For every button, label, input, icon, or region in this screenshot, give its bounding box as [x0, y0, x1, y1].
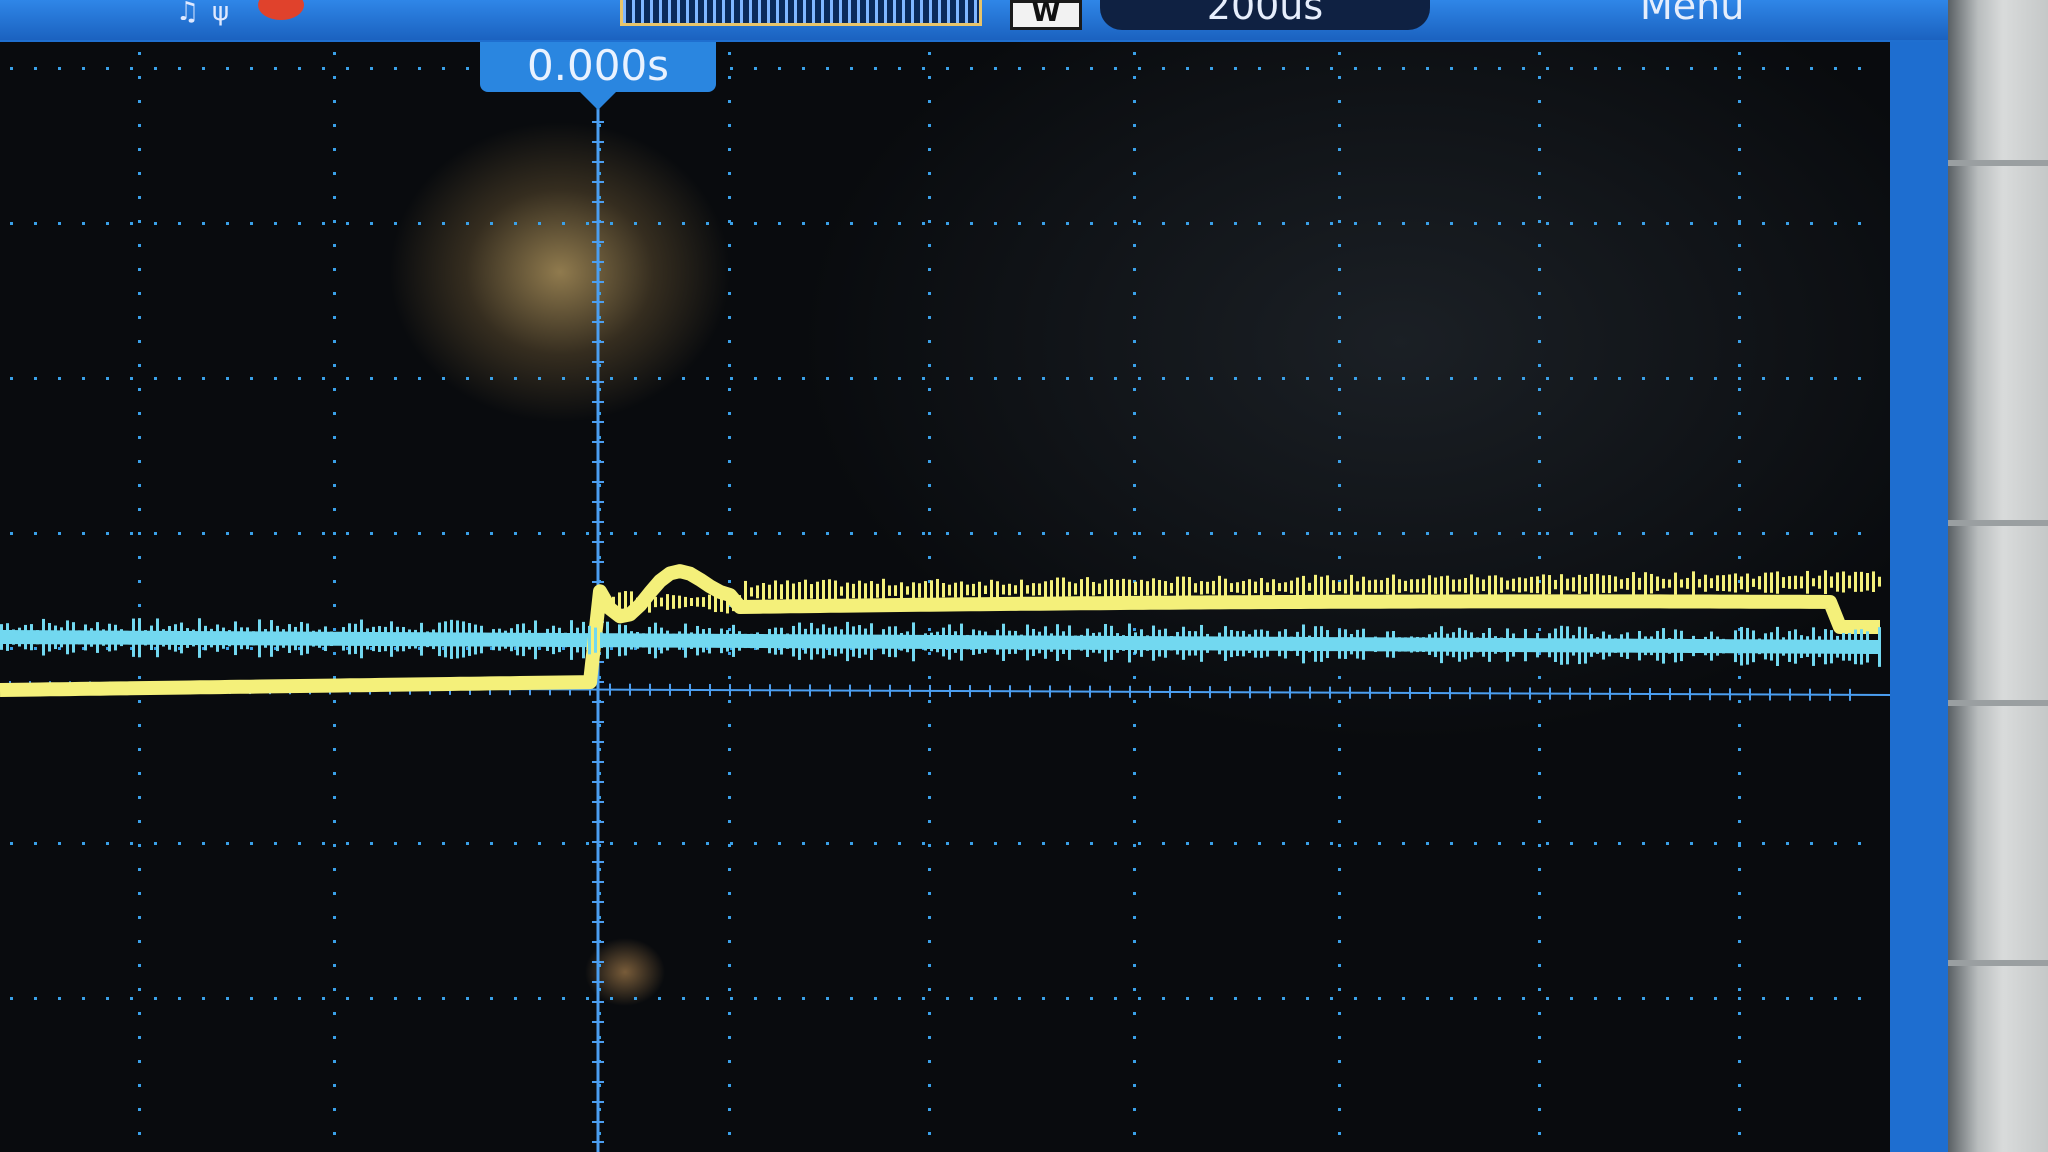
instrument-bezel: [1948, 0, 2048, 1152]
probe-icon: ♫: [176, 0, 200, 27]
screen-right-border: [1890, 42, 1948, 1152]
grid-dots: [10, 52, 1861, 1135]
graticule: [0, 52, 1890, 1152]
status-bar: ♫ ψ W 200us Menu: [0, 0, 1948, 40]
acquire-mode-button[interactable]: W: [1010, 0, 1082, 30]
bezel-seam: [1948, 960, 2048, 966]
record-dot-icon[interactable]: [258, 0, 304, 20]
antenna-icon: ψ: [212, 0, 230, 27]
scope-frame: ♫ ψ W 200us Menu 0.000s: [0, 0, 1948, 1152]
trigger-time-marker[interactable]: 0.000s: [480, 42, 716, 110]
axis-ticks: [9, 101, 1851, 1143]
bezel-seam: [1948, 160, 2048, 166]
waveform-display: 0.000s: [0, 42, 1890, 1152]
memory-bar-icon[interactable]: [620, 0, 982, 26]
bezel-seam: [1948, 700, 2048, 706]
bezel-seam: [1948, 520, 2048, 526]
trace-noise: [0, 570, 1881, 667]
timebase-readout[interactable]: 200us: [1100, 0, 1430, 30]
menu-button[interactable]: Menu: [1640, 0, 1744, 30]
